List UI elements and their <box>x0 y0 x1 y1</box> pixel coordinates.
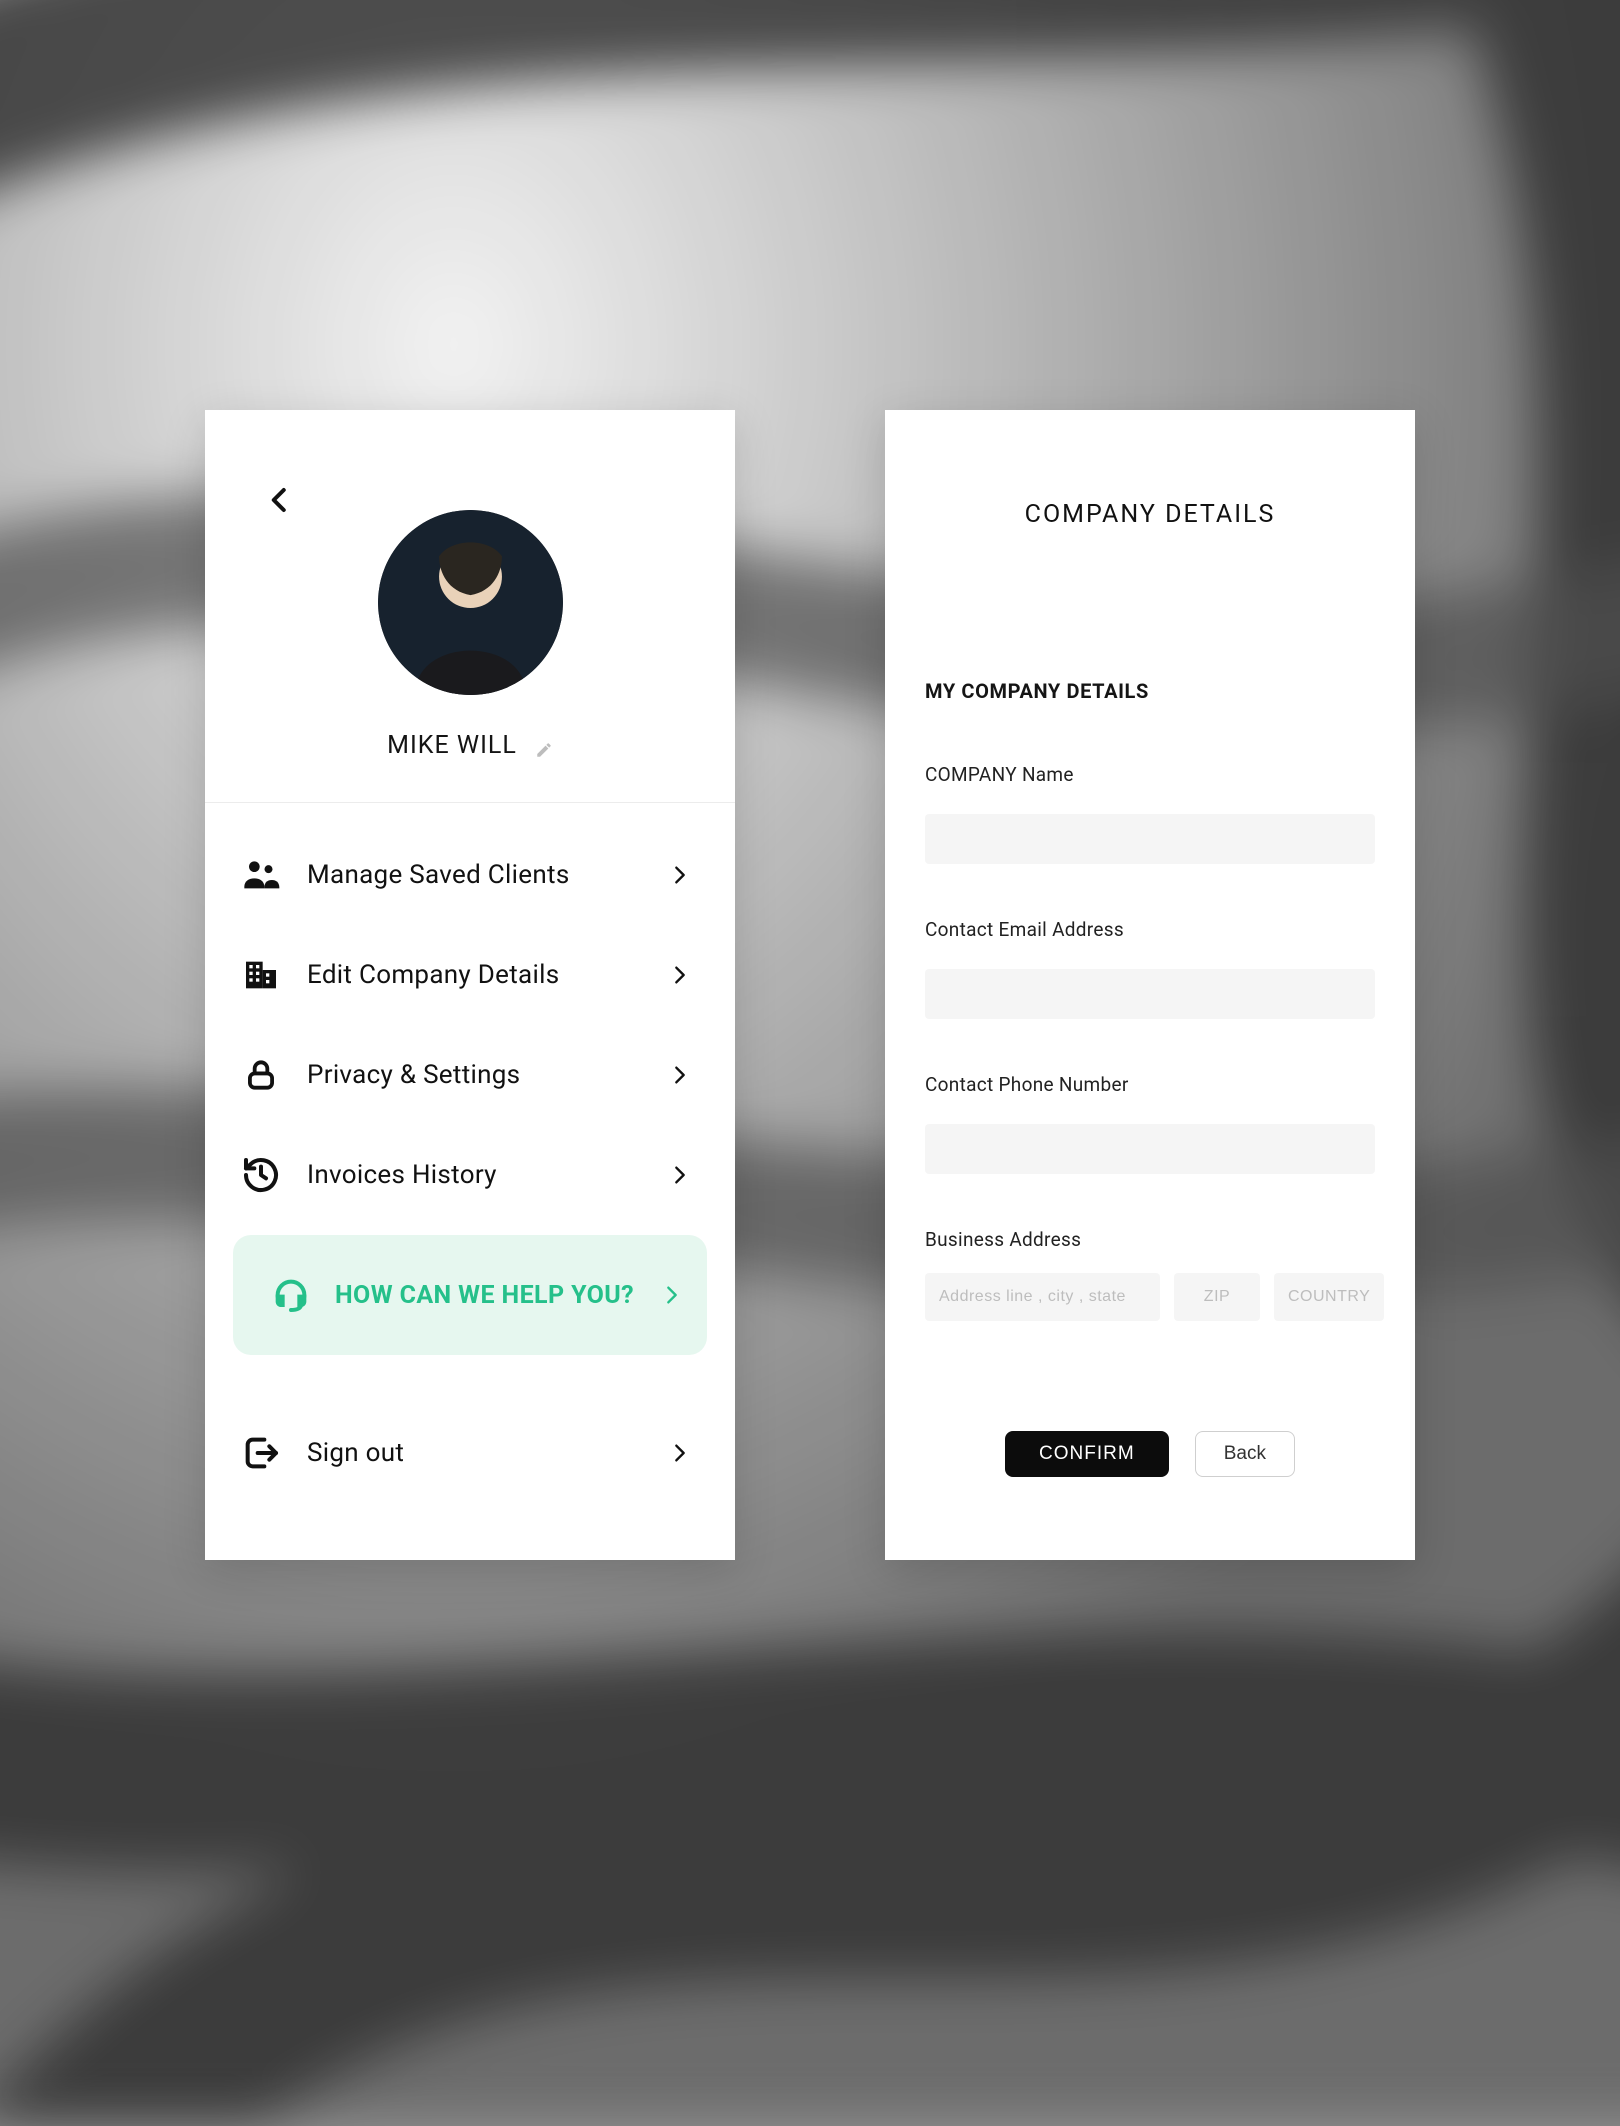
contact-phone-input[interactable] <box>925 1124 1375 1174</box>
menu-item-manage-clients[interactable]: Manage Saved Clients <box>233 825 707 925</box>
pencil-icon <box>535 741 553 759</box>
signout-icon <box>237 1429 285 1477</box>
history-icon <box>237 1151 285 1199</box>
menu-item-label: Invoices History <box>307 1160 669 1190</box>
menu-item-label: Sign out <box>307 1438 669 1468</box>
section-title: MY COMPANY DETAILS <box>885 529 1415 703</box>
back-button[interactable] <box>260 480 300 520</box>
menu-item-privacy[interactable]: Privacy & Settings <box>233 1025 707 1125</box>
menu-item-label: HOW CAN WE HELP YOU? <box>335 1281 661 1310</box>
menu-item-label: Edit Company Details <box>307 960 669 990</box>
chevron-right-icon <box>669 1164 691 1186</box>
profile-name: MIKE WILL <box>387 731 517 760</box>
company-name-input[interactable] <box>925 814 1375 864</box>
chevron-right-icon <box>661 1284 683 1306</box>
company-details-screen: COMPANY DETAILS MY COMPANY DETAILS COMPA… <box>885 410 1415 1560</box>
menu-item-help[interactable]: HOW CAN WE HELP YOU? <box>233 1235 707 1355</box>
page-title: COMPANY DETAILS <box>885 410 1415 529</box>
building-icon <box>237 951 285 999</box>
label-company-name: COMPANY Name <box>925 763 1375 786</box>
menu-item-signout[interactable]: Sign out <box>233 1403 707 1503</box>
headset-icon <box>269 1273 313 1317</box>
profile-screen: MIKE WILL Manage Saved Clients <box>205 410 735 1560</box>
avatar <box>378 510 563 695</box>
zip-input[interactable] <box>1174 1273 1260 1321</box>
confirm-button[interactable]: CONFIRM <box>1005 1431 1169 1477</box>
label-phone: Contact Phone Number <box>925 1073 1375 1096</box>
menu-item-edit-company[interactable]: Edit Company Details <box>233 925 707 1025</box>
menu-item-label: Manage Saved Clients <box>307 860 669 890</box>
edit-name-button[interactable] <box>535 737 553 755</box>
chevron-right-icon <box>669 1442 691 1464</box>
chevron-left-icon <box>265 485 295 515</box>
label-address: Business Address <box>925 1228 1375 1251</box>
lock-icon <box>237 1051 285 1099</box>
chevron-right-icon <box>669 964 691 986</box>
menu-item-invoices[interactable]: Invoices History <box>233 1125 707 1225</box>
menu-item-label: Privacy & Settings <box>307 1060 669 1090</box>
label-email: Contact Email Address <box>925 918 1375 941</box>
chevron-right-icon <box>669 864 691 886</box>
contact-email-input[interactable] <box>925 969 1375 1019</box>
back-button-form[interactable]: Back <box>1195 1431 1295 1477</box>
users-icon <box>237 851 285 899</box>
chevron-right-icon <box>669 1064 691 1086</box>
address-line-input[interactable] <box>925 1273 1160 1321</box>
country-input[interactable] <box>1274 1273 1384 1321</box>
